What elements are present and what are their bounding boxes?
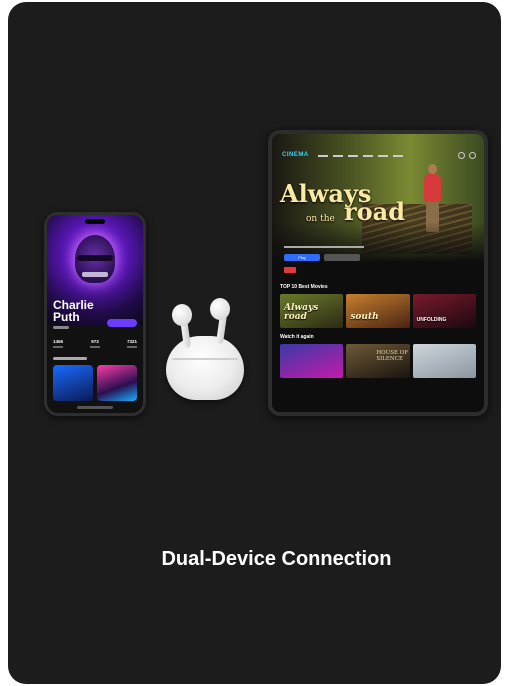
profile-icon[interactable]	[469, 152, 476, 159]
movie-tile[interactable]	[412, 344, 476, 378]
thumbnail[interactable]	[97, 365, 137, 401]
row-title-watch-again: Watch it again	[280, 334, 314, 340]
stat-item: 973	[90, 339, 100, 348]
home-indicator	[77, 406, 113, 409]
movie-meta	[284, 246, 364, 248]
earbud-right	[210, 298, 230, 320]
movie-tile-title: south	[350, 312, 379, 322]
follow-button[interactable]	[107, 319, 137, 327]
artist-glasses	[77, 255, 113, 261]
movie-tile-title: UNFOLDING	[416, 317, 447, 323]
movie-tile-title: HOUSE OF SILENCE	[376, 350, 409, 362]
stat-item: 1456	[53, 339, 63, 348]
stat-value: 1456	[53, 339, 64, 344]
search-icon[interactable]	[458, 152, 465, 159]
artist-stats: 1456 973 7321	[53, 339, 137, 348]
earbuds-image	[160, 292, 250, 407]
nav-item[interactable]	[333, 155, 343, 157]
stat-value: 973	[91, 339, 99, 344]
movie-tile[interactable]	[280, 344, 344, 378]
nav-item[interactable]	[318, 155, 328, 157]
artist-name: Charlie Puth	[53, 299, 94, 323]
movie-tile[interactable]: HOUSE OF SILENCE	[346, 344, 410, 378]
movie-title-line3: road	[344, 197, 405, 226]
stat-value: 7321	[126, 339, 137, 344]
earbuds-case	[166, 336, 244, 400]
nav-item[interactable]	[363, 155, 373, 157]
movie-tile-title: Always road	[284, 303, 319, 322]
thumbnail[interactable]	[53, 365, 93, 401]
rating-badge	[284, 267, 296, 273]
hero-person	[422, 164, 444, 234]
more-info-button[interactable]	[324, 254, 360, 261]
nav-icons	[458, 152, 476, 159]
phone-device: Charlie Puth 1456 973 7321	[44, 212, 146, 416]
nav-item[interactable]	[348, 155, 358, 157]
movie-row-watch-again: HOUSE OF SILENCE	[280, 344, 476, 378]
nav-item[interactable]	[378, 155, 388, 157]
feature-caption: Dual-Device Connection	[161, 548, 392, 570]
hero-tag	[82, 272, 108, 277]
product-card: Charlie Puth 1456 973 7321 CINEMA Always…	[8, 2, 501, 684]
stat-item: 7321	[126, 339, 137, 348]
section-heading	[53, 357, 87, 360]
phone-notch	[85, 219, 105, 224]
play-button[interactable]: Play	[284, 254, 320, 261]
movie-row-top10: Always road south UNFOLDING	[280, 294, 476, 328]
artist-subtitle	[53, 326, 69, 329]
app-logo: CINEMA	[282, 152, 309, 158]
tablet-device: CINEMA Always on the road Play TOP 10 Be…	[268, 130, 488, 416]
nav-item[interactable]	[393, 155, 403, 157]
movie-tile[interactable]: south	[346, 294, 410, 328]
row-title-top10: TOP 10 Best Movies	[280, 284, 328, 290]
thumbnail-row	[53, 365, 137, 401]
movie-tile[interactable]: Always road	[280, 294, 344, 328]
movie-tile[interactable]: UNFOLDING	[412, 294, 476, 328]
movie-title-line2: on the	[306, 214, 335, 224]
top-nav	[318, 155, 403, 157]
earbud-left	[172, 304, 192, 326]
artist-name-last: Puth	[53, 310, 80, 324]
